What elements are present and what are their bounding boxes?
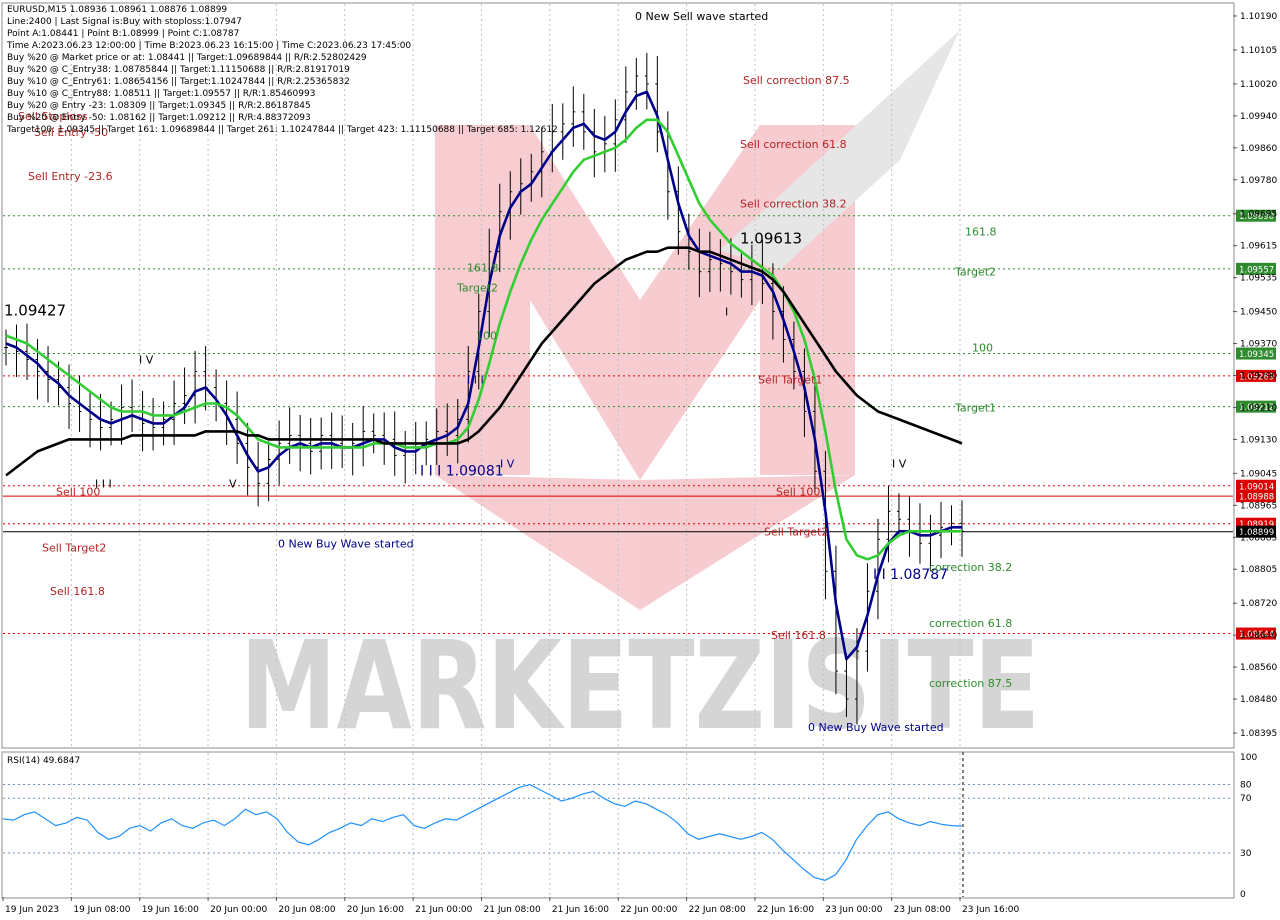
annotation-label: Sell Target2 [42,541,106,554]
annotation-label: Sell 100 [56,485,100,498]
annotation-label: I V [892,457,907,470]
annotation-label: I V [139,354,154,367]
chart-canvas[interactable]: MARKETZISITE 1.096901.095571.093451.0928… [0,0,1280,920]
time-label: 23 Jun 08:00 [894,905,951,915]
rsi-tick-label: 0 [1240,890,1246,900]
annotation-label: Target1 [954,401,996,414]
price-tick-label: 1.08720 [1240,599,1277,609]
time-label: 23 Jun 16:00 [962,905,1019,915]
time-label: 19 Jun 2023 [5,905,59,915]
price-tick-label: 1.09450 [1240,308,1277,318]
annotation-label: 1.09427 [4,302,66,320]
price-tick-label: 1.08965 [1240,501,1277,511]
time-label: 22 Jun 16:00 [757,905,814,915]
level-badge-label: 1.09345 [1239,350,1274,360]
time-label: 21 Jun 16:00 [552,905,609,915]
price-tick-label: 1.09370 [1240,340,1277,350]
annotation-label: Sell 161.8 [771,629,826,642]
time-label: 22 Jun 08:00 [689,905,746,915]
price-tick-label: 1.08805 [1240,565,1277,575]
annotation-label: correction 61.8 [929,617,1012,630]
annotation-label: 1.09613 [740,230,802,248]
annotation-label: correction 38.2 [929,561,1012,574]
annotation-label: I [725,306,728,319]
price-tick-label: 1.08560 [1240,663,1277,673]
annotation-label: Sell correction 61.8 [740,138,847,151]
price-tick-label: 1.09860 [1240,144,1277,154]
time-label: 20 Jun 08:00 [278,905,335,915]
annotation-label: I I I [95,477,112,490]
price-tick-label: 1.09290 [1240,372,1277,382]
price-tick-label: 1.10020 [1240,80,1277,90]
annotation-label: 100 [972,342,993,355]
price-tick-label: 1.10190 [1240,12,1277,22]
annotation-label: 161.8 [965,226,997,239]
annotation-label: 0 New Buy Wave started [808,721,944,734]
price-tick-label: 1.09535 [1240,274,1277,284]
annotation-label: V [229,477,237,490]
rsi-tick-label: 70 [1240,794,1252,804]
price-tick-label: 1.10105 [1240,46,1277,56]
rsi-title: RSI(14) 49.6847 [7,756,80,766]
price-tick-label: 1.09780 [1240,176,1277,186]
price-tick-label: 1.08640 [1240,631,1277,641]
annotation-label: Sell Entry -50 [34,126,108,139]
price-tick-label: 1.08480 [1240,695,1277,705]
annotation-label: Sell Stoploss [18,110,88,123]
time-label: 21 Jun 00:00 [415,905,472,915]
annotation-label: I I I [467,373,484,386]
time-label: 22 Jun 00:00 [620,905,677,915]
annotation-label: Sell Target2 [764,525,828,538]
annotation-label: 0 New Sell wave started [635,10,768,23]
rsi-tick-label: 100 [1240,753,1257,763]
annotation-label: I V [500,457,515,470]
price-tick-label: 1.08395 [1240,729,1277,739]
annotation-label: 161.8 [467,262,499,275]
annotation-label: Sell Target1 [758,373,822,386]
time-label: 21 Jun 08:00 [484,905,541,915]
price-tick-label: 1.09695 [1240,210,1277,220]
annotation-label: Sell 100 [776,485,820,498]
annotation-label: correction 87.5 [929,677,1012,690]
price-tick-label: 1.09210 [1240,403,1277,413]
watermark-text: MARKETZISITE [240,615,1040,757]
time-label: 19 Jun 16:00 [142,905,199,915]
annotation-label: 100 [476,330,497,343]
annotation-label: Sell Entry -23.6 [28,170,113,183]
annotation-label: 0 New Buy Wave started [278,537,414,550]
time-label: 23 Jun 00:00 [825,905,882,915]
annotation-label: Target2 [456,282,498,295]
price-tick-label: 1.09940 [1240,112,1277,122]
annotation-label: Target2 [954,266,996,279]
annotation-label: Sell correction 38.2 [740,198,847,211]
rsi-tick-label: 80 [1240,781,1252,791]
price-tick-label: 1.08885 [1240,533,1277,543]
rsi-tick-label: 30 [1240,849,1252,859]
price-tick-label: 1.09615 [1240,242,1277,252]
price-tick-label: 1.09130 [1240,435,1277,445]
annotation-label: Sell 161.8 [50,585,105,598]
time-label: 20 Jun 16:00 [347,905,404,915]
time-label: 20 Jun 00:00 [210,905,267,915]
annotation-label: I I I 1.09081 [420,463,504,479]
time-label: 19 Jun 08:00 [73,905,130,915]
price-tick-label: 1.09045 [1240,469,1277,479]
annotation-label: Sell correction 87.5 [743,74,850,87]
